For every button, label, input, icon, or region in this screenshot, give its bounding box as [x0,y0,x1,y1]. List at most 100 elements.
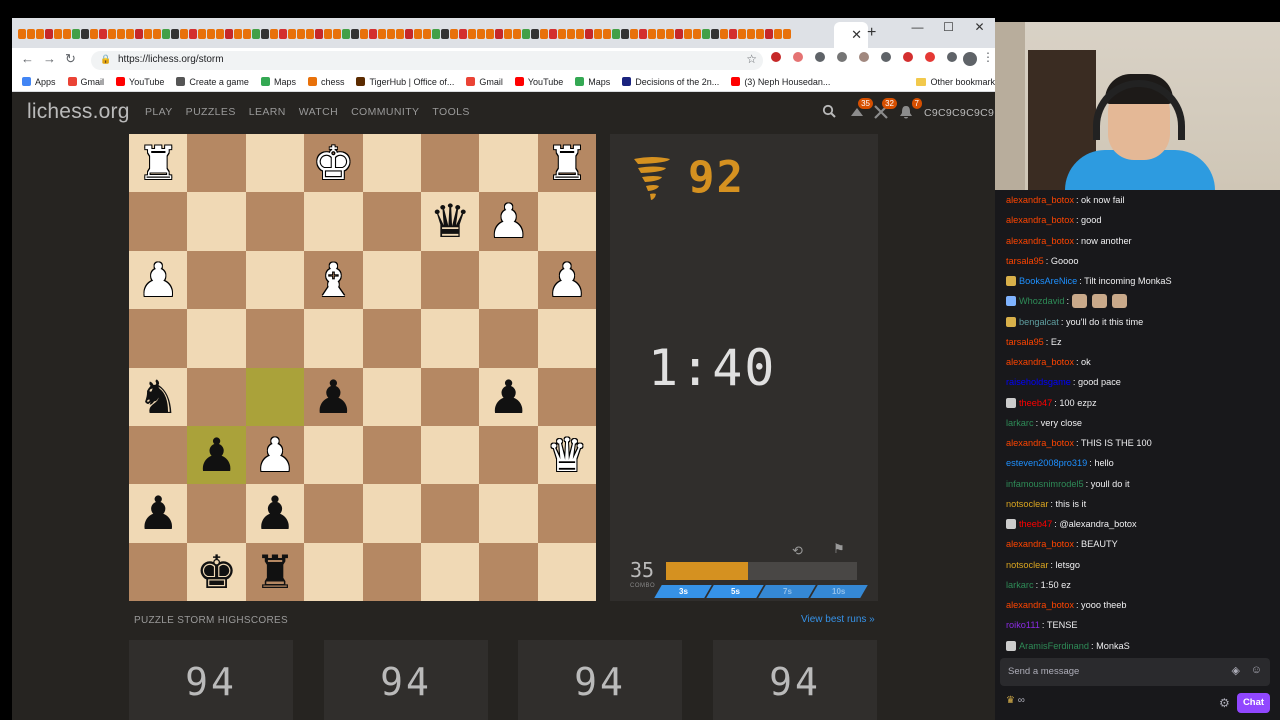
tab-favicon[interactable] [18,29,26,39]
nav-puzzles[interactable]: PUZZLES [186,106,236,118]
board-square[interactable] [421,309,480,368]
tab-favicon[interactable] [396,29,404,39]
tab-favicon[interactable] [171,29,179,39]
tab-favicon[interactable] [666,29,674,39]
site-logo[interactable]: lichess.org [27,100,130,124]
board-square[interactable] [129,426,188,485]
tab-favicon[interactable] [324,29,332,39]
nav-tools[interactable]: TOOLS [432,106,469,118]
chat-username[interactable]: bengalcat [1019,312,1059,332]
tab-favicon[interactable] [225,29,233,39]
tab-favicon[interactable] [621,29,629,39]
board-square[interactable] [479,542,538,602]
board-square[interactable] [537,192,597,251]
tab-favicon[interactable] [504,29,512,39]
board-square[interactable] [304,484,363,543]
board-square[interactable] [362,484,421,543]
tab-favicon[interactable] [117,29,125,39]
board-square[interactable] [479,250,538,310]
close-tab-icon[interactable]: ✕ [851,27,862,43]
tab-favicon[interactable] [450,29,458,39]
chess-piece[interactable]: ♟ [246,426,304,484]
tab-favicon[interactable] [774,29,782,39]
emote-picker-icon[interactable]: ☺ [1251,664,1262,676]
emote-icon[interactable] [1112,294,1128,309]
tab-favicon[interactable] [54,29,62,39]
chat-username[interactable]: alexandra_botox [1006,534,1074,554]
board-square[interactable] [245,250,305,310]
tab-favicon[interactable] [531,29,539,39]
extension-icon[interactable] [881,52,891,62]
new-tab-button[interactable]: + [867,24,876,42]
chat-username[interactable]: alexandra_botox [1006,190,1074,210]
user-badge-icon[interactable] [1006,640,1016,651]
tab-favicon[interactable] [630,29,638,39]
board-square[interactable] [187,250,246,310]
tab-favicon[interactable] [639,29,647,39]
chess-piece[interactable]: ♟ [479,368,537,426]
bookmark-item[interactable]: Apps [22,77,56,87]
tab-favicon[interactable] [486,29,494,39]
tab-favicon[interactable] [405,29,413,39]
emote-icon[interactable] [1072,294,1088,309]
board-square[interactable] [304,542,363,602]
tab-favicon[interactable] [738,29,746,39]
board-square[interactable] [362,367,421,426]
maximize-button[interactable]: ☐ [933,20,964,34]
tab-favicon[interactable] [342,29,350,39]
extension-icon[interactable] [771,52,781,62]
chess-piece[interactable]: ♟ [304,368,362,426]
browser-menu-icon[interactable]: ⋮ [982,50,994,64]
lock-icon[interactable]: 🔒 [100,54,111,65]
chat-username[interactable]: alexandra_botox [1006,231,1074,251]
chess-piece[interactable]: ♚ [187,543,245,601]
nav-community[interactable]: COMMUNITY [351,106,419,118]
chess-piece[interactable]: ♛ [538,426,596,484]
chessboard[interactable]: ♜ ♚ ♜ ♛ ♟ ♟ ♝ ♟ ♞ ♟ ♟ ♟ ♟ ♛ ♟ ♟ ♚ ♜ [129,134,597,602]
tab-favicon[interactable] [387,29,395,39]
tab-favicon[interactable] [153,29,161,39]
board-square[interactable] [479,426,538,485]
tab-favicon[interactable] [189,29,197,39]
board-square[interactable] [362,309,421,368]
tab-favicon[interactable] [441,29,449,39]
tab-favicon[interactable] [207,29,215,39]
board-square[interactable] [362,250,421,310]
tab-favicon[interactable] [252,29,260,39]
tab-favicon[interactable] [45,29,53,39]
user-badge-icon[interactable] [1006,296,1016,307]
extension-icon[interactable] [925,52,935,62]
chat-username[interactable]: esteven2008pro319 [1006,453,1087,473]
board-square[interactable] [187,192,246,251]
board-square[interactable] [187,484,246,543]
chat-username[interactable]: BooksAreNice [1019,271,1077,291]
extension-icon[interactable] [903,52,913,62]
extension-icon[interactable] [815,52,825,62]
board-square[interactable] [537,542,597,602]
chat-username[interactable]: raiseholdsgame [1006,372,1071,392]
tab-favicon[interactable] [288,29,296,39]
extension-icon[interactable] [837,52,847,62]
url-text[interactable]: https://lichess.org/storm [118,54,224,65]
chat-settings-icon[interactable]: ⚙ [1219,696,1230,710]
chess-piece[interactable]: ♜ [129,134,187,192]
tab-favicon[interactable] [657,29,665,39]
tab-favicon[interactable] [27,29,35,39]
chat-input[interactable]: Send a message ◈ ☺ [1000,658,1270,686]
board-square[interactable] [479,134,538,193]
tab-favicon[interactable] [594,29,602,39]
tab-favicon[interactable] [369,29,377,39]
tab-favicon[interactable] [261,29,269,39]
bookmark-item[interactable]: YouTube [116,77,164,87]
board-square[interactable] [187,309,246,368]
board-square[interactable] [421,426,480,485]
bookmark-item[interactable]: Decisions of the 2n... [622,77,719,87]
chess-piece[interactable]: ♞ [129,368,187,426]
active-tab[interactable]: ✕ [834,22,868,48]
other-bookmarks[interactable]: Other bookmark [916,77,995,87]
board-square[interactable] [421,250,480,310]
tab-favicon[interactable] [648,29,656,39]
tab-favicon[interactable] [540,29,548,39]
tab-favicon[interactable] [495,29,503,39]
forward-icon[interactable]: → [43,51,56,66]
